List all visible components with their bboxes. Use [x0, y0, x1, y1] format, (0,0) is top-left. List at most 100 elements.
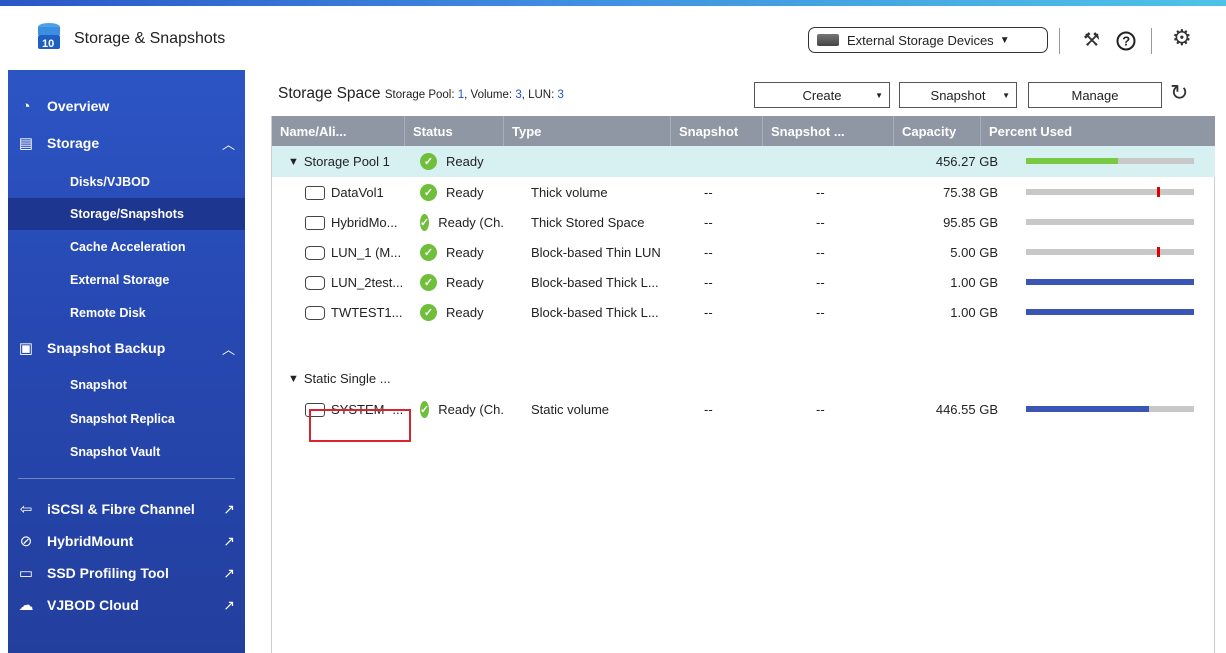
- sidebar-item-snapshot[interactable]: Snapshot: [8, 369, 245, 401]
- row-name: DataVol1: [331, 185, 384, 200]
- percent-used-bar: [1026, 309, 1194, 315]
- lun-icon: [305, 275, 325, 290]
- storage-app-icon: 10: [38, 23, 60, 50]
- snapshot-2-cell: --: [816, 305, 825, 320]
- status-text: Ready: [446, 305, 484, 320]
- static-group-row[interactable]: ▼ Static Single ...: [272, 363, 1215, 394]
- status-cell: ✓ Ready: [420, 237, 504, 268]
- chevron-down-icon: ▼: [1002, 90, 1010, 100]
- table-row[interactable]: DataVol1 ✓ Ready Thick volume -- -- 75.38 GB: [272, 177, 1215, 208]
- snapshot-backup-icon: ▣: [18, 340, 34, 357]
- external-link-icon: ↗: [223, 596, 235, 613]
- column-header-name[interactable]: Name/Ali...: [272, 116, 405, 146]
- column-header-status[interactable]: Status: [405, 116, 504, 146]
- hybridmount-icon: ⊘: [19, 533, 33, 550]
- column-header-snapshot-2[interactable]: Snapshot ...: [763, 116, 894, 146]
- sidebar-item-hybridmount[interactable]: ⊘ HybridMount ↗: [8, 525, 245, 557]
- settings-gear-icon[interactable]: ⚙: [1172, 27, 1192, 49]
- status-cell: ✓ Ready: [420, 146, 484, 177]
- svg-text:10: 10: [42, 38, 54, 50]
- tools-icon[interactable]: ⚒: [1083, 31, 1100, 51]
- type-cell: Block-based Thick L...: [531, 305, 659, 320]
- create-button[interactable]: Create ▼: [754, 82, 890, 108]
- chevron-down-icon[interactable]: ▼: [288, 373, 299, 385]
- pool-name: Storage Pool 1: [303, 154, 390, 169]
- cloud-storage-icon: ☁: [18, 597, 34, 614]
- storage-pool-row[interactable]: ▼ Storage Pool 1 ✓ Ready 456.27 GB: [272, 146, 1215, 177]
- column-header-capacity[interactable]: Capacity: [894, 116, 981, 146]
- check-icon: ✓: [420, 244, 437, 261]
- pool-name-cell: ▼ Storage Pool 1: [288, 146, 390, 177]
- app-header: 10 Storage & Snapshots External Storage …: [0, 6, 1226, 68]
- table-row[interactable]: SYSTEM -... ✓ Ready (Ch... Static volume -- -…: [272, 394, 1215, 425]
- snapshot-label: Snapshot: [930, 87, 986, 103]
- status-cell: ✓ Ready: [420, 177, 504, 208]
- check-icon: ✓: [420, 304, 437, 321]
- sidebar-item-snapshot-replica[interactable]: Snapshot Replica: [8, 403, 245, 435]
- sidebar-item-label: SSD Profiling Tool: [47, 565, 169, 581]
- create-label: Create: [802, 87, 842, 103]
- check-icon: ✓: [420, 153, 437, 170]
- volume-label: Volume:: [470, 89, 513, 101]
- ssd-icon: ▭: [18, 565, 34, 582]
- storage-table: Name/Ali... Status Type Snapshot Snapsho…: [271, 116, 1215, 653]
- table-row[interactable]: LUN_1 (M... ✓ Ready Block-based Thin LUN -- -…: [272, 237, 1215, 268]
- external-link-icon: ↗: [223, 564, 235, 581]
- chevron-up-icon: ︿: [221, 136, 235, 152]
- sidebar-item-vjbod-cloud[interactable]: ☁ VJBOD Cloud ↗: [8, 589, 245, 621]
- percent-used-bar: [1026, 279, 1194, 285]
- chevron-down-icon[interactable]: ▼: [288, 156, 299, 168]
- snapshot-cell: --: [704, 402, 713, 417]
- sidebar-item-snapshot-vault[interactable]: Snapshot Vault: [8, 436, 245, 468]
- help-icon[interactable]: ?: [1116, 31, 1136, 56]
- percent-used-bar: [1026, 219, 1194, 225]
- column-header-snapshot[interactable]: Snapshot: [671, 116, 763, 146]
- external-link-icon: ↗: [223, 500, 235, 517]
- name-cell: TWTEST1...: [305, 297, 405, 328]
- pool-label: Storage Pool:: [384, 89, 455, 101]
- header-divider: [1059, 28, 1060, 54]
- table-row[interactable]: HybridMo... ✓ Ready (Ch... Thick Stored Spa…: [272, 207, 1215, 238]
- svg-text:?: ?: [1122, 34, 1130, 49]
- capacity-cell: 446.55 GB: [935, 402, 998, 417]
- sidebar-item-external-storage[interactable]: External Storage: [8, 264, 245, 296]
- external-link-icon: ↗: [223, 532, 235, 549]
- sidebar-item-storage-snapshots[interactable]: Storage/Snapshots: [8, 198, 245, 230]
- percent-used-bar: [1026, 187, 1194, 197]
- stored-space-icon: [305, 215, 325, 230]
- status-cell: ✓ Ready (Ch...: [420, 207, 504, 238]
- snapshot-2-cell: --: [816, 402, 825, 417]
- chevron-down-icon: ▼: [875, 90, 883, 100]
- header-divider: [1151, 28, 1152, 54]
- lun-label: LUN:: [528, 89, 555, 101]
- sidebar-item-label: HybridMount: [47, 533, 134, 549]
- snapshot-cell: --: [704, 245, 713, 260]
- table-row[interactable]: LUN_2test... ✓ Ready Block-based Thick L...…: [272, 267, 1215, 298]
- table-row[interactable]: TWTEST1... ✓ Ready Block-based Thick L... --…: [272, 297, 1215, 328]
- refresh-icon[interactable]: ↻: [1170, 80, 1188, 106]
- sidebar: ◔ Overview ▤ Storage ︿ Disks/VJBOD Stora…: [8, 70, 245, 653]
- name-cell: DataVol1: [305, 177, 405, 208]
- percent-used-bar: [1026, 406, 1194, 412]
- sidebar-item-ssd-profiling[interactable]: ▭ SSD Profiling Tool ↗: [8, 557, 245, 589]
- table-header: Name/Ali... Status Type Snapshot Snapsho…: [272, 116, 1215, 146]
- sidebar-item-storage[interactable]: ▤ Storage ︿: [8, 127, 245, 159]
- sidebar-item-iscsi[interactable]: ⇦ iSCSI & Fibre Channel ↗: [8, 493, 245, 525]
- percent-used-fill: [1026, 406, 1149, 412]
- sidebar-item-snapshot-backup[interactable]: ▣ Snapshot Backup ︿: [8, 332, 245, 364]
- sidebar-item-overview[interactable]: ◔ Overview: [8, 90, 245, 122]
- sidebar-item-label: iSCSI & Fibre Channel: [47, 501, 195, 517]
- percent-used-fill: [1026, 158, 1119, 164]
- sidebar-item-remote-disk[interactable]: Remote Disk: [8, 297, 245, 329]
- sidebar-item-cache-acceleration[interactable]: Cache Acceleration: [8, 231, 245, 263]
- column-header-percent-used[interactable]: Percent Used: [981, 116, 1215, 146]
- external-storage-devices-button[interactable]: External Storage Devices ▼: [808, 27, 1048, 53]
- name-cell: LUN_1 (M...: [305, 237, 405, 268]
- manage-button[interactable]: Manage: [1028, 82, 1162, 108]
- sidebar-item-disks-vjbod[interactable]: Disks/VJBOD: [8, 166, 245, 198]
- snapshot-cell: --: [704, 215, 713, 230]
- snapshot-button[interactable]: Snapshot ▼: [899, 82, 1017, 108]
- snapshot-2-cell: --: [816, 185, 825, 200]
- column-header-type[interactable]: Type: [504, 116, 671, 146]
- app-title: Storage & Snapshots: [74, 30, 226, 47]
